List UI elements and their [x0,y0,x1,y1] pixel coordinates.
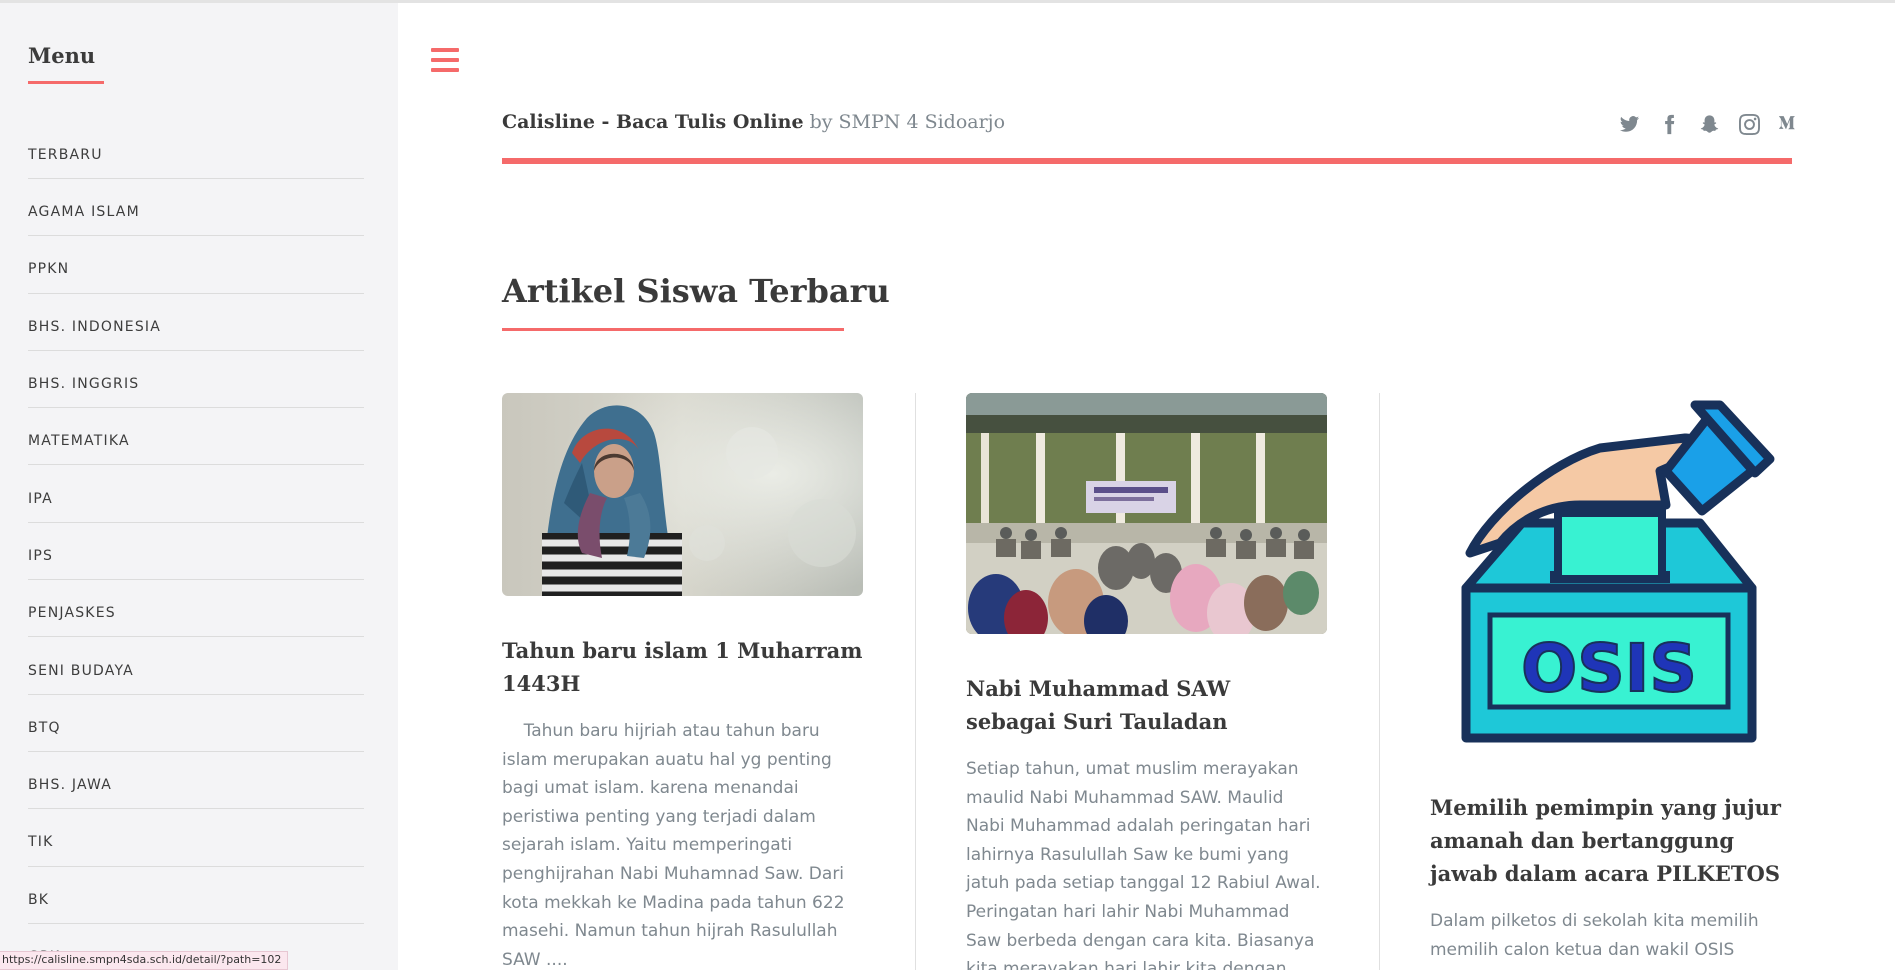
sidebar-item-seni-budaya[interactable]: SENI BUDAYA [28,637,364,695]
sidebar-item-ips[interactable]: IPS [28,523,364,581]
sidebar-item-ipa[interactable]: IPA [28,465,364,523]
sidebar-item-terbaru[interactable]: TERBARU [28,121,364,179]
sidebar-item-bhs-jawa[interactable]: BHS. JAWA [28,752,364,810]
social-links [1609,113,1809,135]
sidebar-item-bk[interactable]: BK [28,867,364,924]
sidebar-title: Menu [28,43,96,68]
twitter-icon[interactable] [1609,113,1649,135]
medium-icon[interactable] [1769,113,1809,135]
facebook-icon[interactable] [1649,113,1689,135]
article-title[interactable]: Nabi Muhammad SAW sebagai Suri Tauladan [966,672,1327,738]
article-excerpt: Dalam pilketos di sekolah kita memilih m… [1430,911,1759,970]
column-divider [915,393,916,970]
hamburger-bar [431,48,459,52]
site-title[interactable]: Calisline - Baca Tulis Online by SMPN 4 … [502,111,1005,133]
article-image[interactable]: OSIS [1430,393,1791,753]
article-card: Nabi Muhammad SAW sebagai Suri Tauladan … [966,393,1327,970]
section-title-underline [502,328,844,331]
article-title[interactable]: Tahun baru islam 1 Muharram 1443H [502,634,863,700]
header-divider [502,158,1792,164]
column-divider [1379,393,1380,970]
sidebar-item-ppkn[interactable]: PPKN [28,236,364,294]
hamburger-bar [431,58,459,62]
article-image[interactable] [966,393,1327,634]
site-byline: by SMPN 4 Sidoarjo [803,111,1006,133]
section-title: Artikel Siswa Terbaru [502,272,890,310]
article-excerpt: Tahun baru hijriah atau tahun baru islam… [502,721,850,970]
status-bar-url: https://calisline.smpn4sda.sch.id/detail… [0,951,289,970]
site-brand: Calisline - Baca Tulis Online [502,111,804,133]
sidebar-item-agama-islam[interactable]: AGAMA ISLAM [28,179,364,237]
menu-toggle-icon[interactable] [431,48,459,72]
sidebar-item-btq[interactable]: BTQ [28,695,364,752]
article-image[interactable] [502,393,863,596]
hamburger-bar [431,68,459,72]
sidebar-title-underline [28,81,104,84]
ballot-box-label: OSIS [1521,630,1697,707]
sidebar-item-bhs-indonesia[interactable]: BHS. INDONESIA [28,294,364,351]
sidebar-menu: TERBARU AGAMA ISLAM PPKN BHS. INDONESIA … [28,121,364,970]
sidebar-item-bhs-inggris[interactable]: BHS. INGGRIS [28,351,364,409]
sidebar-item-tik[interactable]: TIK [28,809,364,867]
sidebar-item-penjaskes[interactable]: PENJASKES [28,580,364,638]
article-title[interactable]: Memilih pemimpin yang jujur amanah dan b… [1430,791,1791,890]
snapchat-icon[interactable] [1689,113,1729,135]
article-card: OSIS Memilih pemimpin yang jujur amanah … [1430,393,1791,970]
instagram-icon[interactable] [1729,113,1769,135]
article-card: Tahun baru islam 1 Muharram 1443H Tahun … [502,393,863,970]
article-excerpt: Setiap tahun, umat muslim merayakan maul… [966,759,1321,970]
sidebar-item-matematika[interactable]: MATEMATIKA [28,408,364,466]
sidebar: Menu TERBARU AGAMA ISLAM PPKN BHS. INDON… [0,3,398,970]
